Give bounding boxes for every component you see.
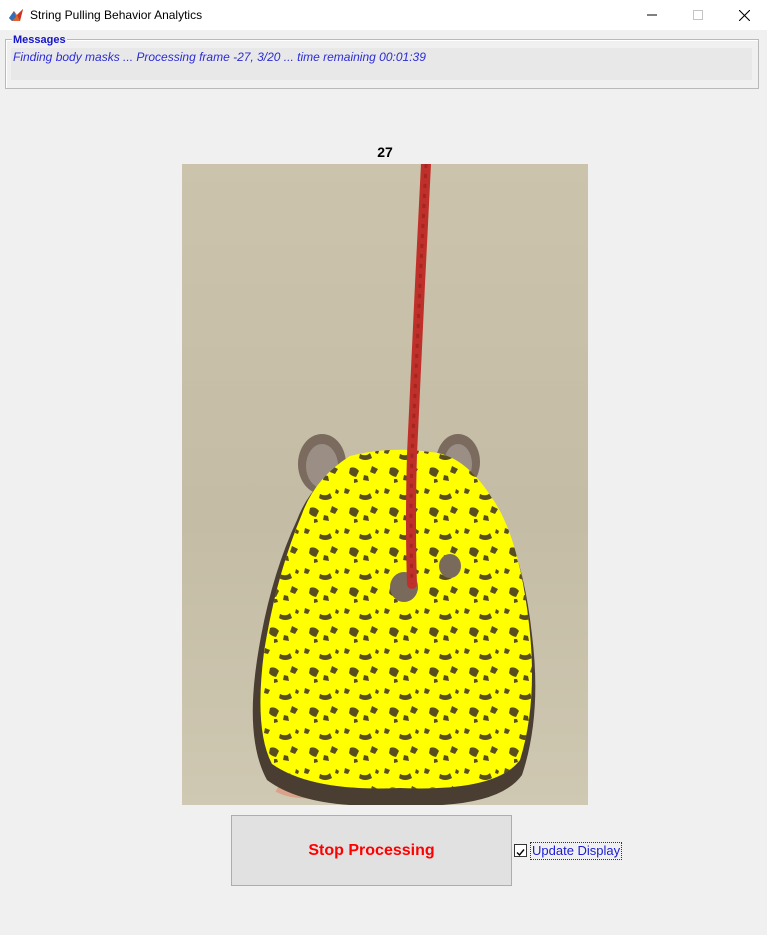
frame-number-label: 27: [377, 144, 393, 160]
title-bar: String Pulling Behavior Analytics: [0, 0, 767, 30]
checkmark-icon: [516, 849, 525, 857]
mouse-eye-right: [439, 554, 461, 578]
stop-processing-button[interactable]: Stop Processing: [231, 815, 512, 886]
window-title: String Pulling Behavior Analytics: [30, 8, 203, 22]
minimize-icon: [647, 14, 657, 16]
matlab-icon: [9, 9, 23, 21]
minimize-button[interactable]: [629, 0, 675, 30]
status-message: Finding body masks ... Processing frame …: [13, 50, 426, 64]
close-icon: [738, 9, 750, 21]
maximize-icon: [693, 10, 703, 20]
close-button[interactable]: [721, 0, 767, 30]
update-display-checkbox[interactable]: [514, 844, 527, 857]
video-frame: [182, 164, 588, 805]
maximize-button[interactable]: [675, 0, 721, 30]
update-display-label[interactable]: Update Display: [530, 842, 623, 860]
messages-legend: Messages: [12, 34, 67, 46]
